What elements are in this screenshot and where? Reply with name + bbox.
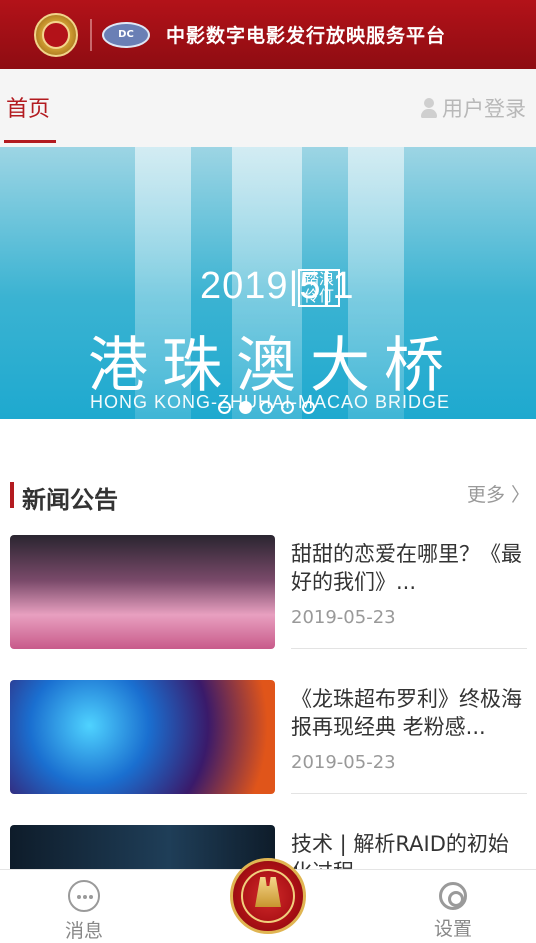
banner-tag: 踏浪伶仃 — [298, 269, 340, 307]
more-link[interactable]: 更多 〉 — [467, 480, 530, 507]
carousel-indicator — [218, 401, 315, 414]
nav-settings-label: 设置 — [433, 918, 472, 940]
news-divider — [291, 793, 527, 794]
carousel-dot[interactable] — [281, 401, 294, 414]
section-title: 新闻公告 — [22, 486, 118, 514]
top-nav: 首页 用户登录 — [0, 69, 536, 147]
carousel-dot-active[interactable] — [239, 401, 252, 414]
news-item[interactable]: 《龙珠超布罗利》终极海报再现经典 老粉感... 2019-05-23 — [0, 680, 536, 825]
platform-title: 中影数字电影发行放映服务平台 — [166, 25, 447, 47]
nav-settings[interactable]: 设置 — [423, 880, 483, 941]
app-header: DC 中影数字电影发行放映服务平台 — [0, 0, 536, 69]
carousel-dot[interactable] — [302, 401, 315, 414]
news-date: 2019-05-23 — [291, 752, 396, 773]
nav-messages[interactable]: 消息 — [54, 880, 114, 943]
center-home-logo[interactable] — [230, 858, 306, 934]
section-accent-bar — [10, 482, 14, 508]
carousel-dot[interactable] — [218, 401, 231, 414]
login-label: 用户登录 — [442, 97, 526, 121]
news-title: 甜甜的恋爱在哪里？《最好的我们》... — [291, 542, 522, 594]
carousel-dot[interactable] — [260, 401, 273, 414]
tab-home[interactable]: 首页 — [6, 91, 50, 123]
news-divider — [291, 648, 527, 649]
tab-home-indicator — [4, 140, 56, 143]
login-button[interactable]: 用户登录 — [420, 93, 526, 123]
china-film-logo — [34, 12, 78, 57]
news-title: 《龙珠超布罗利》终极海报再现经典 老粉感... — [291, 687, 522, 739]
dc-badge-icon: DC — [102, 21, 150, 48]
user-icon — [420, 98, 438, 118]
news-thumbnail — [10, 535, 275, 649]
hero-banner[interactable]: 2019|5|1 踏浪伶仃 港珠澳大桥 HONG KONG-ZHUHAI-MAC… — [0, 147, 536, 419]
header-divider — [90, 18, 92, 51]
news-thumbnail — [10, 825, 275, 869]
news-thumbnail — [10, 680, 275, 794]
news-date: 2019-05-23 — [291, 607, 396, 628]
nav-messages-label: 消息 — [64, 920, 103, 942]
news-section-header: 新闻公告 更多 〉 — [0, 478, 536, 518]
chat-bubble-icon — [68, 880, 100, 912]
banner-title: 港珠澳大桥 — [88, 331, 458, 401]
gear-icon — [439, 882, 467, 910]
news-item[interactable]: 甜甜的恋爱在哪里？《最好的我们》... 2019-05-23 — [0, 535, 536, 680]
news-title: 技术 | 解析RAID的初始化过程 — [291, 832, 509, 869]
